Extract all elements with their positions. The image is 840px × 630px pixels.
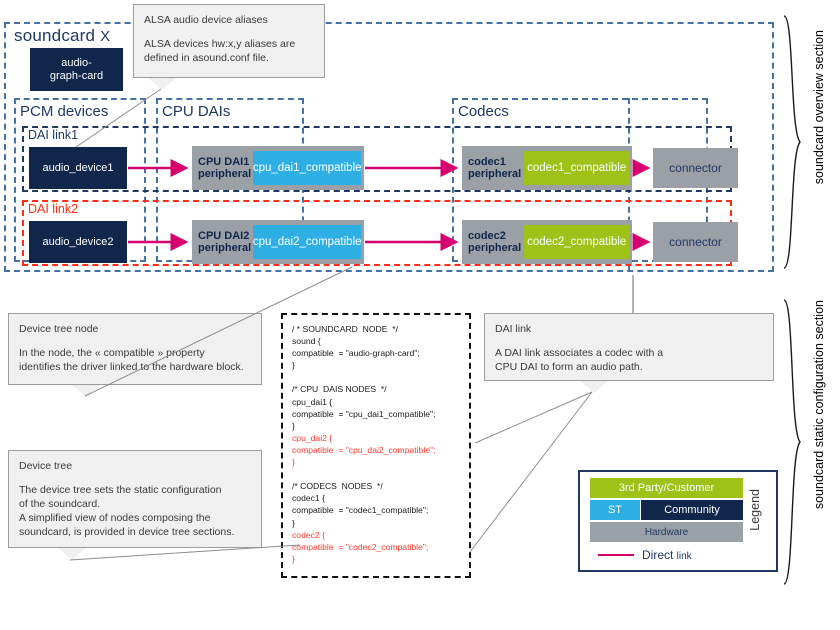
code-line: codec1 {	[292, 493, 325, 504]
code-line: compatible = "cpu_dai2_compatible";	[292, 444, 436, 455]
cpu-dai1-block: CPU DAI1 peripheral cpu_dai1_compatible	[192, 146, 364, 190]
cpu-dai1-compatible-chip: cpu_dai1_compatible	[253, 151, 362, 185]
device-tree-node-callout: Device tree node In the node, the « comp…	[8, 313, 262, 385]
legend-row-st-community: ST Community	[590, 500, 743, 520]
soundcard-title-index: X	[100, 28, 111, 45]
section-braces	[783, 15, 801, 585]
dai-link-callout-tail	[579, 380, 609, 392]
legend-content: 3rd Party/Customer ST Community Hardware…	[590, 478, 743, 565]
code-line: /* CPU DAIS NODES */	[292, 384, 387, 395]
cpu-dai2-compatible-chip: cpu_dai2_compatible	[253, 225, 362, 259]
audio-device1-block: audio_device1	[29, 147, 127, 189]
dai-link-callout-text: A DAI link associates a codec with a CPU…	[495, 347, 664, 373]
legend-direct-link-word2: link	[676, 551, 692, 562]
dai-link2-label: DAI link2	[28, 202, 79, 216]
code-line: }	[292, 360, 295, 371]
code-line: }	[292, 420, 295, 431]
code-line: }	[292, 553, 295, 564]
code-line: cpu_dai2 {	[292, 432, 333, 443]
alsa-callout-title: ALSA audio device aliases	[144, 14, 268, 26]
device-tree-node-callout-tail	[71, 384, 101, 396]
code-line: compatible = "codec2_compatible";	[292, 541, 429, 552]
code-line: compatible = "codec1_compatible";	[292, 505, 429, 516]
direct-link-line-icon	[598, 553, 634, 557]
connector1-block: connector	[653, 148, 738, 188]
dai-link-callout: DAI link A DAI link associates a codec w…	[484, 313, 774, 381]
code-line: /* CODECS NODES */	[292, 481, 383, 492]
static-config-section-label: soundcard static configuration section	[812, 300, 826, 510]
codec2-block: codec2 peripheral codec2_compatible	[462, 220, 632, 264]
device-tree-callout-title: Device tree	[19, 460, 73, 472]
cpu-dais-title: CPU DAIs	[162, 103, 231, 120]
overview-section-label: soundcard overview section	[812, 30, 826, 185]
audio-device2-label: audio_device2	[42, 235, 114, 248]
page-title: soundcard X	[14, 26, 110, 46]
code-line: }	[292, 457, 295, 468]
audio-graph-card-label: audio- graph-card	[49, 56, 104, 82]
pcm-devices-title: PCM devices	[20, 103, 109, 120]
legend-row-hardware: Hardware	[590, 522, 743, 542]
device-tree-node-callout-title: Device tree node	[19, 323, 99, 335]
dai-link-callout-title: DAI link	[495, 323, 532, 335]
codec2-compatible-chip: codec2_compatible	[524, 225, 630, 259]
legend-third-party-label: 3rd Party/Customer	[590, 478, 743, 498]
connector2-block: connector	[653, 222, 738, 262]
device-tree-callout: Device tree The device tree sets the sta…	[8, 450, 262, 548]
device-tree-code-block: / * SOUNDCARD NODE */sound {compatible =…	[281, 313, 471, 578]
legend-row-third-party: 3rd Party/Customer	[590, 478, 743, 498]
legend-direct-link-word: Direct	[642, 548, 677, 562]
legend-st-label: ST	[590, 500, 640, 520]
legend-row-direct-link: Direct link	[590, 545, 743, 565]
code-line: codec2 {	[292, 529, 325, 540]
device-tree-callout-tail	[57, 547, 87, 559]
code-line: }	[292, 517, 295, 528]
alsa-callout: ALSA audio device aliases ALSA devices h…	[133, 4, 325, 78]
alsa-callout-text: ALSA devices hw:x,y aliases are defined …	[144, 38, 296, 64]
codec1-block: codec1 peripheral codec1_compatible	[462, 146, 632, 190]
code-line: compatible = "audio-graph-card";	[292, 348, 420, 359]
dai-link1-label: DAI link1	[28, 128, 79, 142]
code-line: / * SOUNDCARD NODE */	[292, 324, 399, 334]
device-tree-callout-text: The device tree sets the static configur…	[19, 484, 235, 538]
legend-community-label: Community	[641, 500, 743, 520]
legend-direct-link-label: Direct link	[642, 548, 692, 562]
codec1-compatible-chip: codec1_compatible	[524, 151, 630, 185]
codec2-peripheral-label: codec2 peripheral	[468, 230, 522, 254]
code-line: cpu_dai1 {	[292, 396, 333, 407]
cpu-dai2-peripheral-label: CPU DAI2 peripheral	[198, 230, 252, 254]
codecs-title: Codecs	[458, 103, 509, 120]
alsa-callout-tail	[147, 77, 177, 89]
legend-hardware-label: Hardware	[590, 522, 743, 542]
audio-device1-label: audio_device1	[42, 161, 114, 174]
cpu-dai1-peripheral-label: CPU DAI1 peripheral	[198, 156, 252, 180]
soundcard-title-text: soundcard	[14, 26, 96, 45]
cpu-dai2-block: CPU DAI2 peripheral cpu_dai2_compatible	[192, 220, 364, 264]
code-line: compatible = "cpu_dai1_compatible";	[292, 408, 436, 419]
code-line: sound {	[292, 336, 321, 347]
audio-device2-block: audio_device2	[29, 221, 127, 263]
audio-graph-card-block: audio- graph-card	[30, 48, 123, 91]
legend-vertical-title: Legend	[748, 489, 762, 531]
device-tree-node-callout-text: In the node, the « compatible » property…	[19, 347, 244, 373]
codec1-peripheral-label: codec1 peripheral	[468, 156, 522, 180]
